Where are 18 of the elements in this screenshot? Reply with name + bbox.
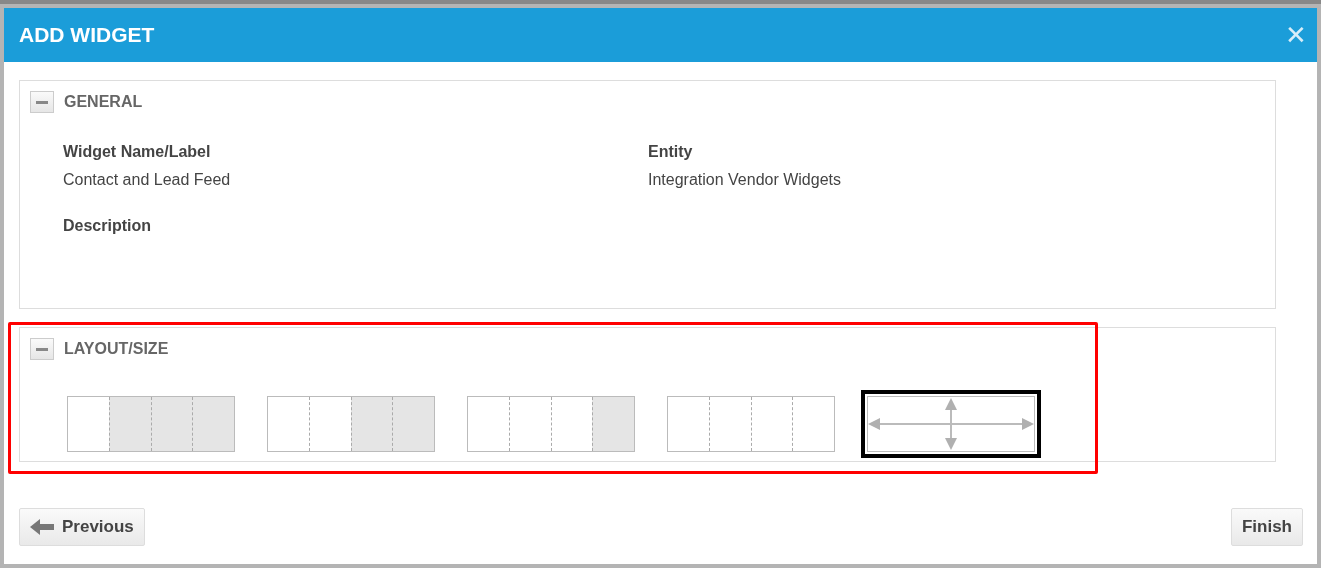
layout-option[interactable] — [467, 396, 635, 452]
field-label: Entity — [648, 143, 694, 161]
layout-option[interactable] — [67, 396, 235, 452]
layout-option[interactable] — [667, 396, 835, 452]
back-arrow-icon — [30, 519, 54, 535]
previous-button[interactable]: Previous — [19, 508, 145, 546]
collapse-button[interactable] — [30, 91, 54, 113]
layout-option[interactable] — [267, 396, 435, 452]
field-label: Widget Name/Label — [63, 143, 212, 161]
move-arrows-icon — [868, 398, 1034, 450]
field-value: Contact and Lead Feed — [63, 171, 232, 189]
field-label: Description — [63, 217, 152, 235]
section-title: GENERAL — [64, 93, 143, 111]
finish-button[interactable]: Finish — [1230, 508, 1303, 546]
window-title: ADD WIDGET — [19, 23, 155, 47]
section-title: LAYOUT/SIZE — [64, 340, 169, 358]
field-value: Integration Vendor Widgets — [648, 171, 842, 189]
collapse-button[interactable] — [30, 338, 54, 360]
